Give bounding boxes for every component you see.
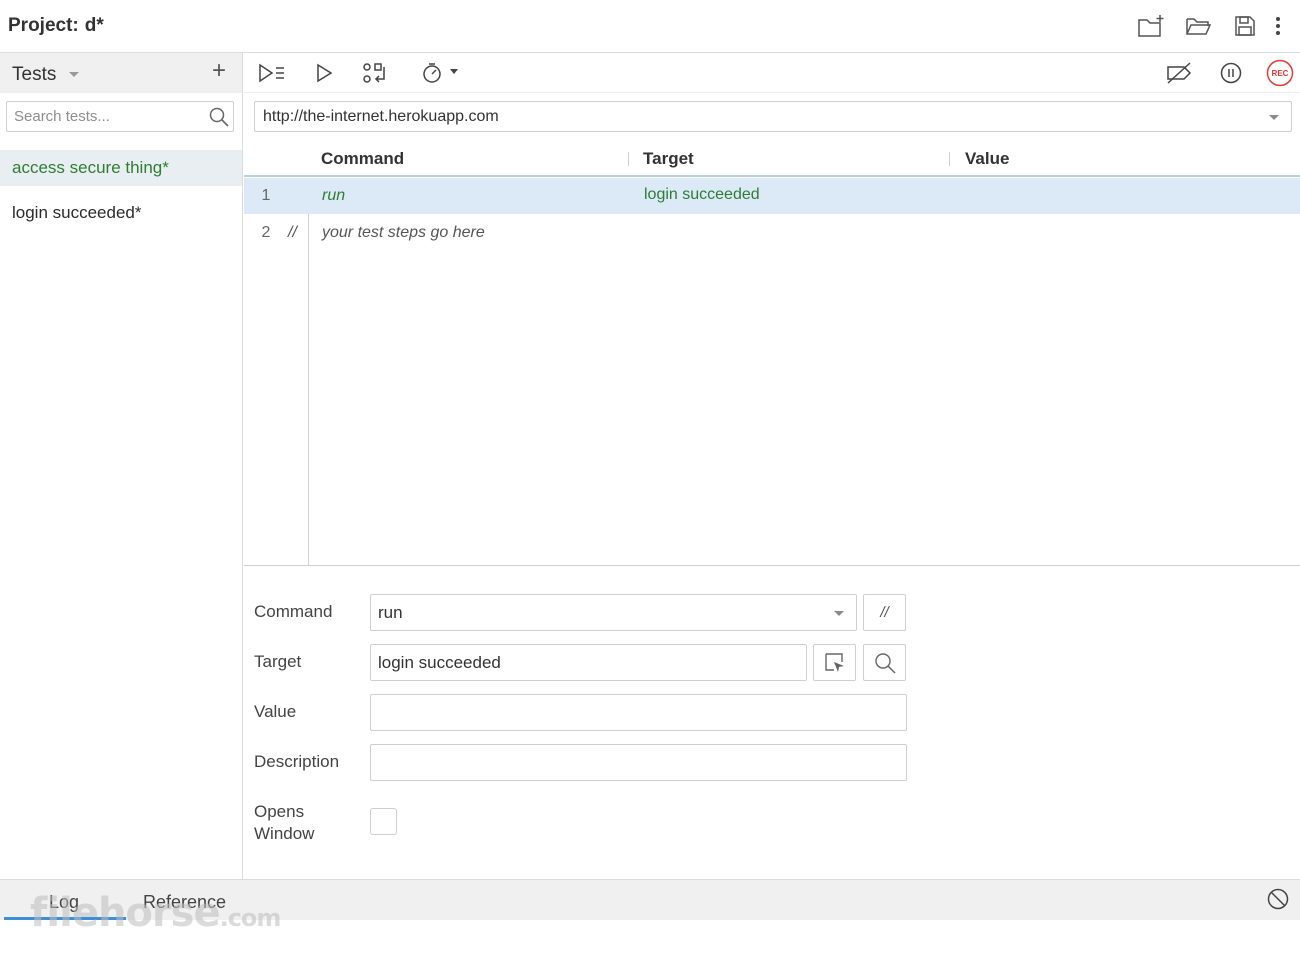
column-divider[interactable] bbox=[949, 152, 950, 166]
opens-window-label: Opens Window bbox=[254, 801, 314, 845]
opens-window-label-line2: Window bbox=[254, 824, 315, 843]
target-value: login succeeded bbox=[378, 653, 501, 672]
new-project-icon[interactable] bbox=[1127, 12, 1174, 40]
comment-toggle-button[interactable]: // bbox=[863, 594, 906, 631]
watermark: filehorse.com bbox=[30, 890, 282, 936]
search-icon bbox=[874, 652, 896, 674]
command-label: Command bbox=[254, 602, 333, 621]
chevron-down-icon[interactable] bbox=[1269, 115, 1279, 120]
toolbar: REC bbox=[244, 53, 1300, 93]
base-url-value: http://the-internet.herokuapp.com bbox=[263, 108, 499, 125]
run-all-tests-icon[interactable] bbox=[258, 61, 286, 85]
chevron-down-icon[interactable] bbox=[834, 611, 844, 616]
open-project-icon[interactable] bbox=[1174, 12, 1221, 40]
search-tests-input[interactable] bbox=[7, 102, 202, 131]
target-label: Target bbox=[254, 652, 302, 671]
tests-sidebar: Tests + access secure thing* login succe… bbox=[0, 53, 243, 879]
more-options-icon[interactable] bbox=[1268, 12, 1288, 40]
row-command: run bbox=[322, 187, 346, 204]
base-url-select[interactable]: http://the-internet.herokuapp.com bbox=[254, 101, 1292, 132]
record-label: REC bbox=[1272, 69, 1289, 78]
command-editor: Command run // Target login succeeded Va… bbox=[244, 565, 1300, 879]
project-title: Project: d* bbox=[8, 15, 104, 37]
search-tests-box bbox=[6, 101, 234, 132]
table-row[interactable]: 2 // your test steps go here bbox=[244, 215, 1300, 251]
watermark-text: filehorse bbox=[30, 890, 221, 936]
description-field[interactable] bbox=[370, 744, 907, 781]
tests-header: Tests + bbox=[0, 53, 242, 93]
opens-window-checkbox[interactable] bbox=[370, 808, 397, 835]
project-name[interactable]: d* bbox=[85, 15, 104, 36]
app-header: Project: d* bbox=[0, 0, 1300, 53]
table-header: Command Target Value bbox=[244, 141, 1300, 177]
column-header-value[interactable]: Value bbox=[965, 149, 1009, 169]
find-target-button[interactable] bbox=[863, 644, 906, 681]
add-test-button[interactable]: + bbox=[208, 59, 230, 83]
save-project-icon[interactable] bbox=[1221, 12, 1268, 40]
row-number: 2 bbox=[261, 224, 271, 241]
test-item-access-secure-thing[interactable]: access secure thing* bbox=[0, 150, 242, 186]
command-combobox[interactable]: run bbox=[370, 594, 857, 631]
test-steps-table: Command Target Value 1 run login succeed… bbox=[244, 141, 1300, 566]
select-element-icon bbox=[824, 652, 844, 672]
value-field[interactable] bbox=[370, 694, 907, 731]
select-target-button[interactable] bbox=[813, 644, 856, 681]
tests-dropdown[interactable]: Tests bbox=[12, 64, 56, 86]
record-icon[interactable]: REC bbox=[1266, 59, 1294, 87]
clear-log-icon[interactable] bbox=[1266, 887, 1290, 916]
search-icon[interactable] bbox=[209, 107, 229, 132]
opens-window-label-line1: Opens bbox=[254, 802, 305, 821]
column-header-command[interactable]: Command bbox=[321, 149, 404, 169]
row-command: your test steps go here bbox=[322, 224, 485, 241]
column-divider[interactable] bbox=[628, 152, 629, 166]
watermark-suffix: .com bbox=[219, 904, 282, 932]
row-target: login succeeded bbox=[644, 186, 760, 203]
test-item-login-succeeded[interactable]: login succeeded* bbox=[0, 195, 242, 231]
project-label: Project: bbox=[8, 15, 79, 36]
main-panel: REC http://the-internet.herokuapp.com Co… bbox=[244, 53, 1300, 879]
table-row[interactable]: 1 run login succeeded bbox=[244, 178, 1300, 214]
row-number: 1 bbox=[261, 187, 271, 204]
pause-on-exceptions-icon[interactable] bbox=[1219, 61, 1243, 85]
value-label: Value bbox=[254, 702, 297, 721]
column-header-target[interactable]: Target bbox=[643, 149, 694, 169]
description-label: Description bbox=[254, 752, 340, 771]
test-execution-speed-icon[interactable] bbox=[420, 61, 462, 85]
comment-marker: // bbox=[288, 224, 297, 241]
project-actions bbox=[1127, 12, 1288, 40]
chevron-down-icon[interactable] bbox=[69, 72, 79, 77]
target-field[interactable]: login succeeded bbox=[370, 644, 807, 681]
run-current-test-icon[interactable] bbox=[314, 61, 334, 85]
disable-breakpoints-icon[interactable] bbox=[1164, 61, 1194, 85]
command-value: run bbox=[378, 603, 403, 622]
step-over-icon[interactable] bbox=[362, 61, 388, 85]
